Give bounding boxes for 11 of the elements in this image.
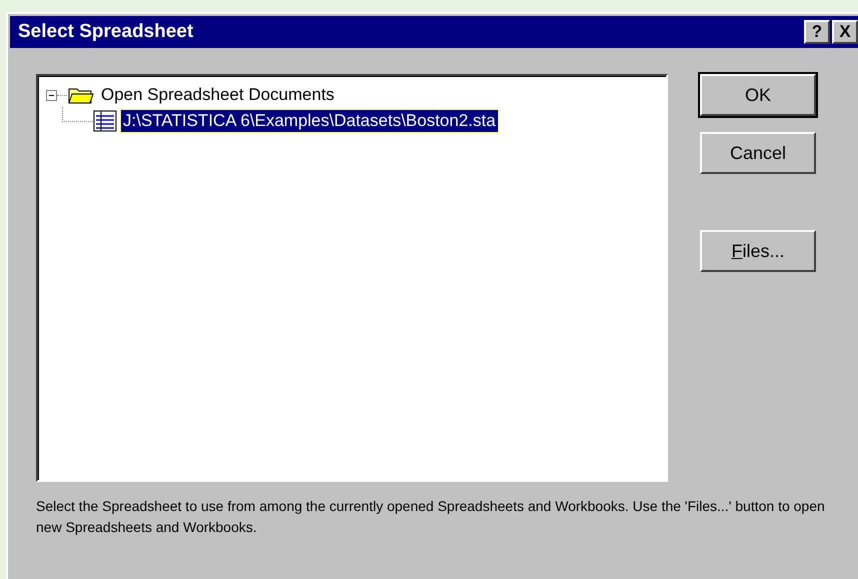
dialog-button[interactable]: OK (700, 74, 816, 116)
tree-item[interactable]: J:\STATISTICA 6\Examples\Datasets\Boston2.sta (121, 110, 498, 132)
dialog-button[interactable]: Files... (700, 230, 816, 272)
window-title: Select Spreadsheet (18, 21, 194, 43)
collapse-icon[interactable] (46, 90, 57, 100)
close-button[interactable]: X (832, 20, 858, 44)
help-button[interactable]: ? (804, 20, 830, 44)
dialog-button[interactable]: Cancel (700, 132, 816, 174)
description-text: Select the Spreadsheet to use from among the currently opened Spreadsheets and Workbooks. Use the 'Files...' button to open new Spreadsheets and Workbooks. (36, 497, 826, 537)
tree-item[interactable]: Open Spreadsheet Documents (99, 84, 336, 106)
spreadsheet-icon (93, 110, 117, 132)
